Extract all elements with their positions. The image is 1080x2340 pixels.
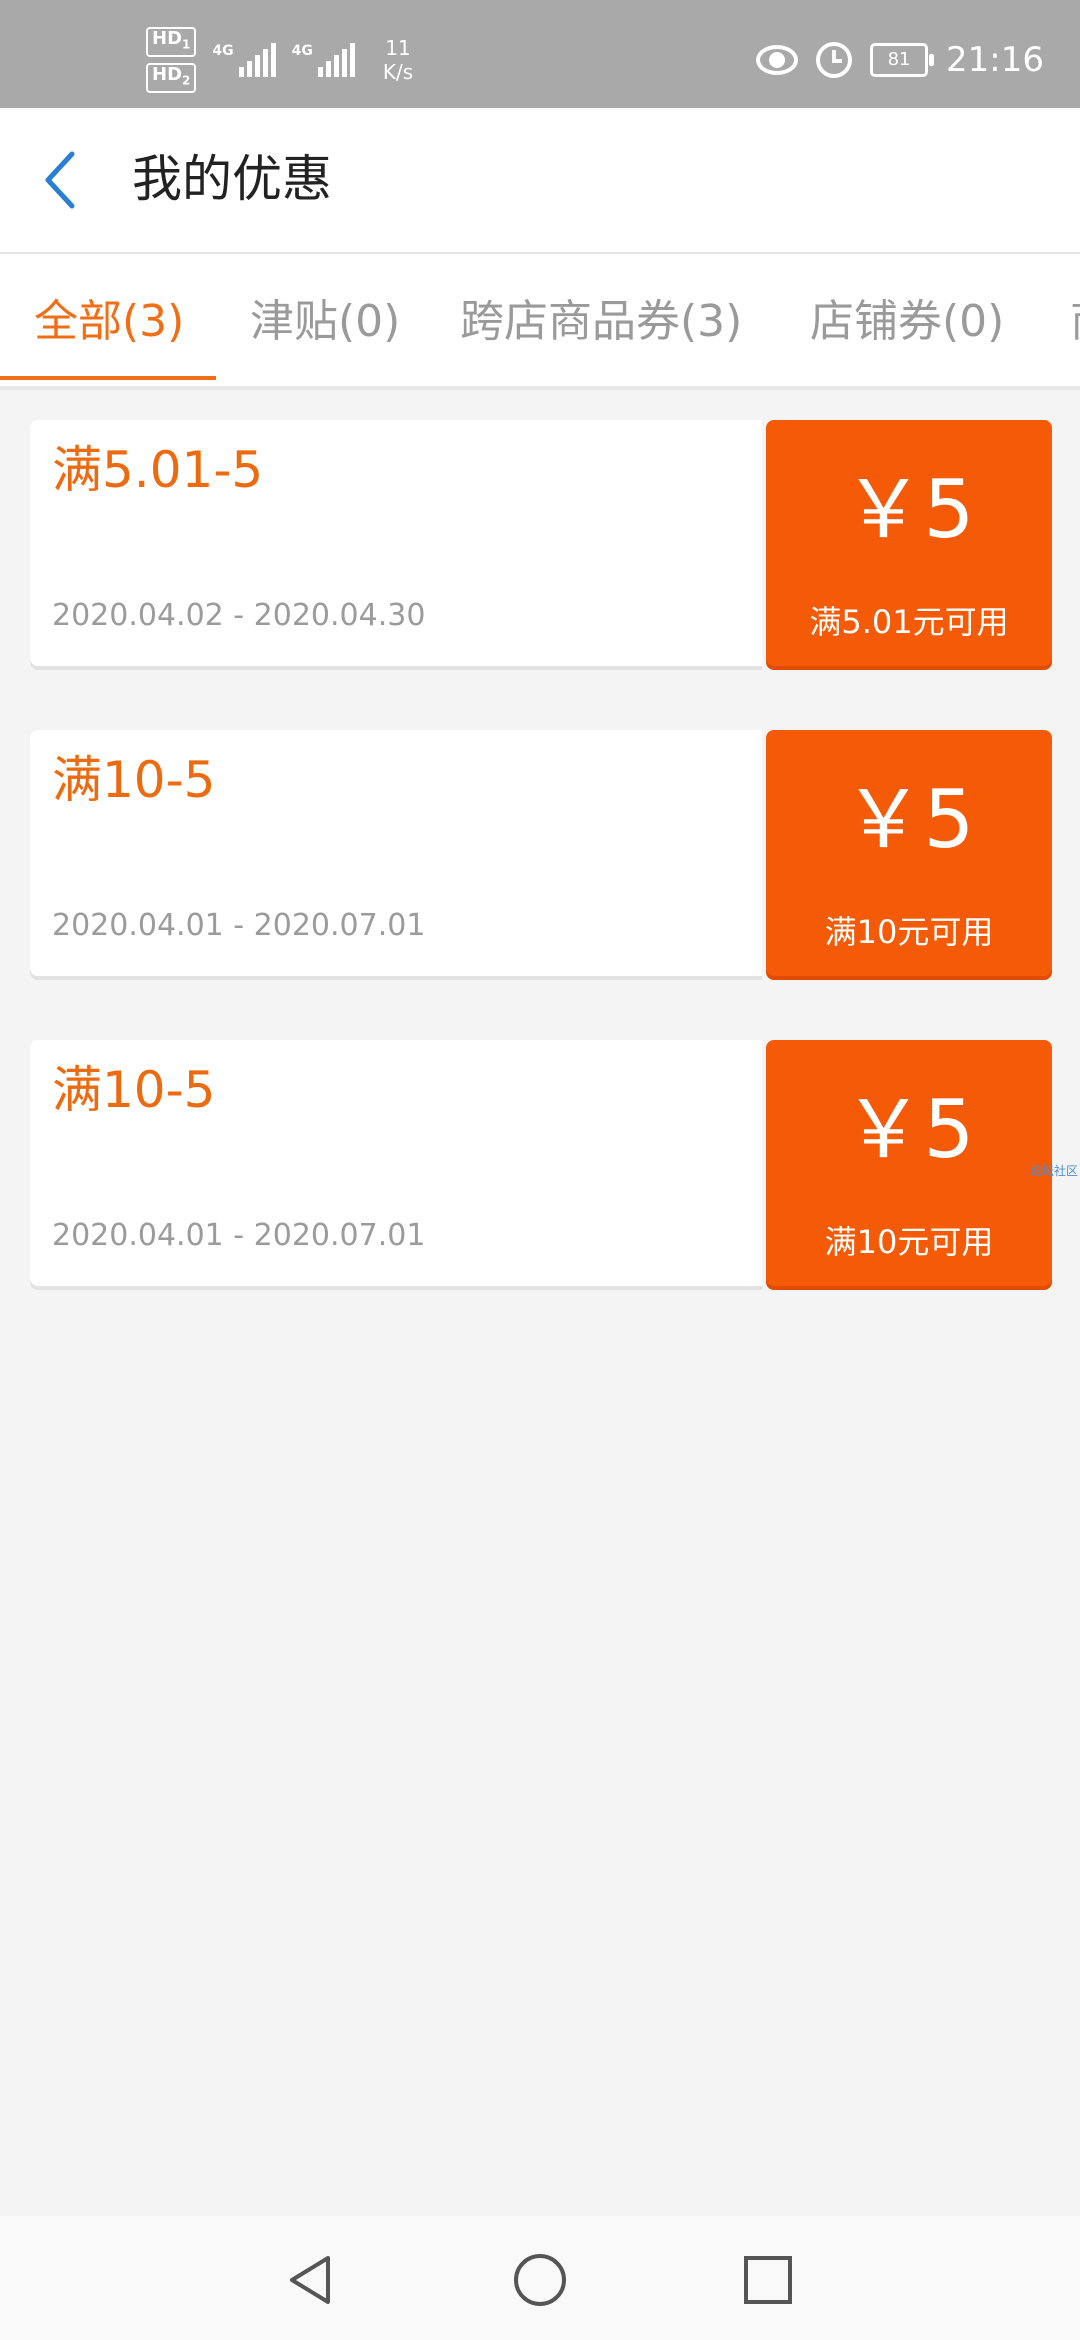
coupon-info: 满5.01-5 2020.04.02 - 2020.04.30 [30,420,762,666]
back-button[interactable] [42,148,82,212]
battery-icon: 81 [870,43,935,77]
coupon-info: 满10-5 2020.04.01 - 2020.07.01 [30,1040,762,1286]
network-speed: 11 K/s [382,36,414,84]
coupon-condition: 满5.01元可用 [809,603,1009,641]
watermark: 论坛社区 [1030,1164,1079,1178]
coupon-card[interactable]: 满10-5 2020.04.01 - 2020.07.01 ￥5 满10元可用 [30,730,1052,980]
chevron-left-icon [45,151,75,209]
coupon-amount: ￥5 [843,463,975,556]
coupon-value-panel[interactable]: ￥5 满10元可用 [766,1040,1052,1286]
coupon-condition: 满10元可用 [824,1223,994,1261]
nav-recents-button[interactable] [738,2250,798,2310]
back-triangle-icon [290,2256,330,2304]
signal-2-icon: 4G [292,43,355,77]
coupon-value-panel[interactable]: ￥5 满10元可用 [766,730,1052,976]
eye-comfort-icon [756,45,799,75]
signal-1-icon: 4G [212,43,276,77]
status-left: HD1 HD2 4G 4G 11 K/s [146,27,414,93]
coupon-title: 满10-5 [52,1061,216,1119]
app-header: 我的优惠 [0,108,1080,254]
tab-product-coupons[interactable]: 商 [1070,292,1080,352]
hd-sim2-icon: HD2 [146,63,197,93]
status-bar: HD1 HD2 4G 4G 11 K/s 81 21:16 [0,0,1080,108]
coupon-date-range: 2020.04.02 - 2020.04.30 [52,598,426,633]
status-right: 81 21:16 [756,40,1044,80]
hd-indicators: HD1 HD2 [146,27,197,93]
coupon-tabs: 全部(3) 津贴(0) 跨店商品券(3) 店铺券(0) 商 [0,254,1080,390]
tab-all[interactable]: 全部(3) [34,292,184,352]
nav-home-button[interactable] [510,2250,570,2310]
alarm-icon [816,42,853,78]
coupon-value-panel[interactable]: ￥5 满5.01元可用 [766,420,1052,666]
coupon-title: 满5.01-5 [52,441,264,499]
coupon-amount: ￥5 [843,1083,975,1176]
tab-store-coupons[interactable]: 店铺券(0) [810,292,1004,352]
active-tab-indicator [0,376,216,380]
coupon-title: 满10-5 [52,751,216,809]
recents-square-icon [744,2256,792,2304]
coupon-amount: ￥5 [843,773,975,866]
page-title: 我的优惠 [132,150,332,208]
coupon-date-range: 2020.04.01 - 2020.07.01 [52,1218,426,1253]
tab-cross-store-coupons[interactable]: 跨店商品券(3) [460,292,742,352]
coupon-card[interactable]: 满10-5 2020.04.01 - 2020.07.01 ￥5 满10元可用 [30,1040,1052,1290]
hd-sim1-icon: HD1 [146,27,197,57]
coupon-card[interactable]: 满5.01-5 2020.04.02 - 2020.04.30 ￥5 满5.01… [30,420,1052,670]
nav-back-button[interactable] [280,2250,340,2310]
tab-allowance[interactable]: 津贴(0) [250,292,400,352]
coupon-info: 满10-5 2020.04.01 - 2020.07.01 [30,730,762,976]
system-nav-bar [0,2216,1080,2340]
coupon-date-range: 2020.04.01 - 2020.07.01 [52,908,426,943]
home-circle-icon [514,2254,566,2306]
coupon-condition: 满10元可用 [824,913,994,951]
clock-time: 21:16 [946,40,1044,80]
